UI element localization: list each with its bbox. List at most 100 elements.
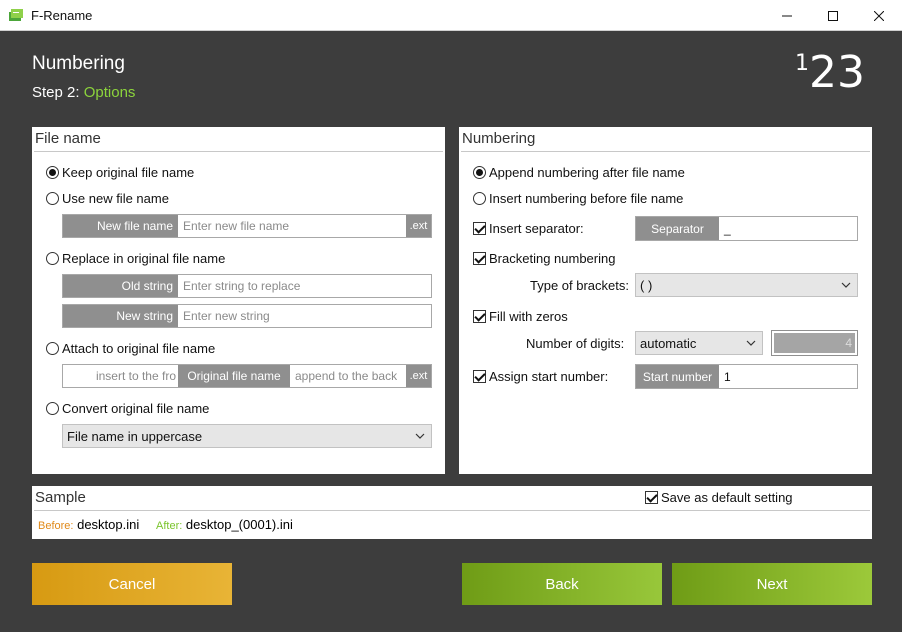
digits-dropdown[interactable]: automatic: [635, 331, 763, 355]
convert-dropdown[interactable]: File name in uppercase: [62, 424, 432, 448]
keep-original-radio[interactable]: Keep original file name: [46, 165, 194, 180]
new-file-name-input[interactable]: Enter new file name: [178, 215, 406, 237]
sample-after: After: desktop_(0001).ini: [156, 517, 293, 532]
back-button[interactable]: Back: [462, 563, 662, 605]
brackets-dropdown[interactable]: ( ): [635, 273, 858, 297]
new-file-name-label: New file name: [63, 215, 178, 237]
sample-before: Before: desktop.ini: [38, 517, 139, 532]
digits-value: 4: [774, 333, 855, 353]
main-area: Numbering Step 2: Options 123 File name …: [0, 31, 902, 632]
radio-icon: [46, 402, 59, 415]
keep-original-label: Keep original file name: [62, 165, 195, 180]
digits-stepper[interactable]: 4: [771, 330, 858, 356]
save-default-label: Save as default setting: [661, 490, 793, 505]
attach-field[interactable]: insert to the fro Original file name app…: [62, 364, 432, 388]
after-value: desktop_(0001).ini: [185, 517, 293, 532]
old-string-field[interactable]: Old string Enter string to replace: [62, 274, 432, 298]
bracketing-checkbox[interactable]: Bracketing numbering: [473, 251, 615, 266]
insert-before-radio[interactable]: Insert numbering before file name: [473, 191, 683, 206]
chevron-down-icon: [746, 340, 756, 346]
ext-label-2: .ext: [406, 365, 431, 387]
step-name: Options: [83, 84, 136, 101]
sample-panel-title: Sample: [35, 489, 86, 506]
radio-selected-icon: [46, 166, 59, 179]
minimize-button[interactable]: [764, 0, 810, 31]
sample-panel: Sample Save as default setting Before: d…: [32, 486, 872, 539]
type-of-brackets-label: Type of brackets:: [530, 278, 629, 293]
minimize-icon: [782, 15, 792, 16]
window-title: F-Rename: [31, 8, 93, 23]
close-button[interactable]: [856, 0, 902, 31]
logo-small-digit: 1: [795, 51, 809, 76]
radio-selected-icon: [473, 166, 486, 179]
start-number-input[interactable]: 1: [719, 365, 857, 388]
assign-start-checkbox[interactable]: Assign start number:: [473, 369, 608, 384]
checkbox-checked-icon: [473, 310, 486, 323]
close-icon: [874, 10, 884, 21]
page-title: Numbering: [32, 53, 125, 74]
cancel-button[interactable]: Cancel: [32, 563, 232, 605]
new-string-input[interactable]: Enter new string: [178, 305, 431, 327]
step-prefix: Step 2:: [32, 84, 80, 101]
replace-label: Replace in original file name: [62, 251, 226, 266]
checkbox-checked-icon: [473, 370, 486, 383]
number-of-digits-label: Number of digits:: [526, 336, 625, 351]
separator-input[interactable]: _: [719, 217, 857, 240]
bracketing-label: Bracketing numbering: [489, 251, 616, 266]
step-indicator: Step 2: Options: [32, 84, 135, 101]
digits-selected-value: automatic: [640, 335, 697, 351]
radio-icon: [46, 252, 59, 265]
insert-before-label: Insert numbering before file name: [489, 191, 684, 206]
insert-front-input[interactable]: insert to the fro: [63, 365, 178, 387]
radio-icon: [46, 342, 59, 355]
file-name-panel-title: File name: [35, 130, 101, 147]
insert-separator-label: Insert separator:: [489, 221, 584, 236]
new-string-field[interactable]: New string Enter new string: [62, 304, 432, 328]
chevron-down-icon: [415, 433, 425, 439]
insert-separator-checkbox[interactable]: Insert separator:: [473, 221, 584, 236]
title-bar: F-Rename: [0, 0, 902, 31]
numbering-logo: 123: [795, 47, 865, 98]
fill-zeros-checkbox[interactable]: Fill with zeros: [473, 309, 568, 324]
before-value: desktop.ini: [77, 517, 140, 532]
before-label: Before:: [38, 520, 74, 532]
next-button[interactable]: Next: [672, 563, 872, 605]
attach-label: Attach to original file name: [62, 341, 216, 356]
save-default-checkbox[interactable]: Save as default setting: [645, 490, 793, 505]
append-after-radio[interactable]: Append numbering after file name: [473, 165, 685, 180]
divider: [461, 151, 870, 152]
use-new-radio[interactable]: Use new file name: [46, 191, 169, 206]
attach-radio[interactable]: Attach to original file name: [46, 341, 215, 356]
old-string-input[interactable]: Enter string to replace: [178, 275, 431, 297]
checkbox-checked-icon: [473, 222, 486, 235]
app-icon: [9, 9, 23, 21]
numbering-panel-title: Numbering: [462, 130, 536, 147]
separator-label: Separator: [636, 217, 719, 240]
brackets-selected-value: ( ): [640, 277, 653, 293]
start-number-field[interactable]: Start number 1: [635, 364, 858, 389]
original-file-name-label: Original file name: [178, 365, 290, 387]
after-label: After:: [156, 520, 183, 532]
radio-icon: [473, 192, 486, 205]
replace-radio[interactable]: Replace in original file name: [46, 251, 225, 266]
convert-selected-value: File name in uppercase: [67, 428, 203, 444]
separator-field[interactable]: Separator _: [635, 216, 858, 241]
radio-icon: [46, 192, 59, 205]
maximize-icon: [828, 10, 838, 21]
start-number-label: Start number: [636, 365, 719, 388]
file-name-panel: File name Keep original file name Use ne…: [32, 127, 445, 474]
checkbox-checked-icon: [645, 491, 658, 504]
new-file-name-field[interactable]: New file name Enter new file name .ext: [62, 214, 432, 238]
append-back-input[interactable]: append to the back: [290, 365, 406, 387]
divider: [34, 151, 443, 152]
maximize-button[interactable]: [810, 0, 856, 31]
ext-label: .ext: [406, 215, 431, 237]
old-string-label: Old string: [63, 275, 178, 297]
convert-radio[interactable]: Convert original file name: [46, 401, 209, 416]
checkbox-checked-icon: [473, 252, 486, 265]
divider: [34, 510, 870, 511]
convert-label: Convert original file name: [62, 401, 210, 416]
chevron-down-icon: [841, 282, 851, 288]
new-string-label: New string: [63, 305, 178, 327]
logo-large-digits: 23: [809, 47, 865, 98]
